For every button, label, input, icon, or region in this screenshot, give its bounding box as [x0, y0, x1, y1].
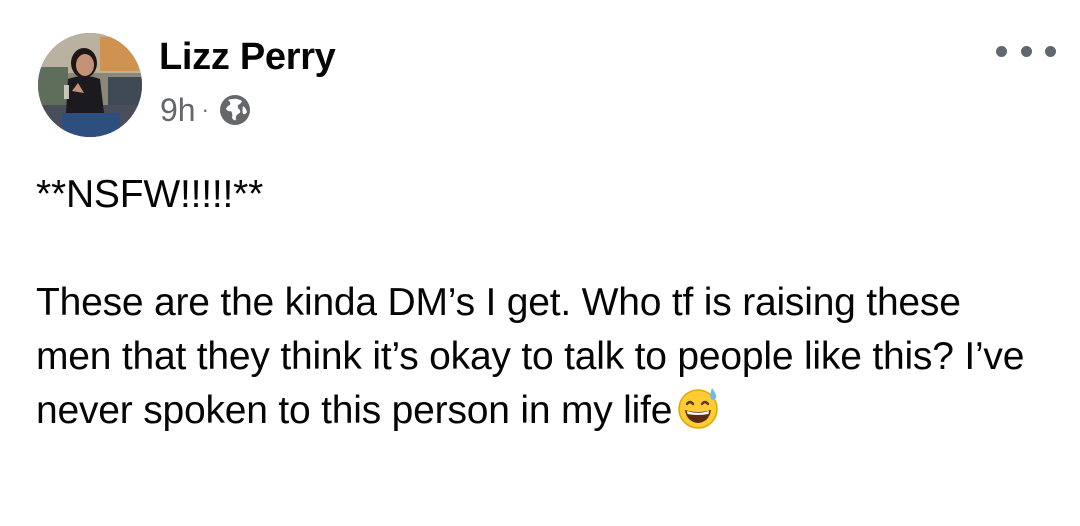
more-options-button[interactable] [996, 38, 1056, 64]
ellipsis-icon-dot [996, 45, 1007, 57]
ellipsis-icon-dot [1020, 45, 1032, 57]
avatar-photo-icon [38, 33, 142, 137]
ellipsis-icon-dot [1045, 45, 1056, 57]
meta-separator: · [201, 97, 209, 122]
author-name[interactable]: Lizz Perry [159, 33, 336, 81]
post-meta: 9h · [160, 88, 253, 132]
post-warning-line: **NSFW!!!!!** [36, 173, 264, 216]
grinning-sweat-emoji-icon [676, 385, 722, 431]
post-body-text: These are the kinda DM’s I get. Who tf i… [36, 281, 1025, 432]
globe-icon[interactable] [217, 92, 253, 128]
facebook-post: Lizz Perry 9h · **NSFW!!!!!** These are … [0, 0, 1080, 526]
author-avatar[interactable] [38, 33, 142, 137]
post-body: **NSFW!!!!!** These are the kinda DM’s I… [36, 168, 1046, 438]
post-timestamp[interactable]: 9h [160, 88, 196, 132]
post-body-paragraph: These are the kinda DM’s I get. Who tf i… [36, 276, 1046, 438]
